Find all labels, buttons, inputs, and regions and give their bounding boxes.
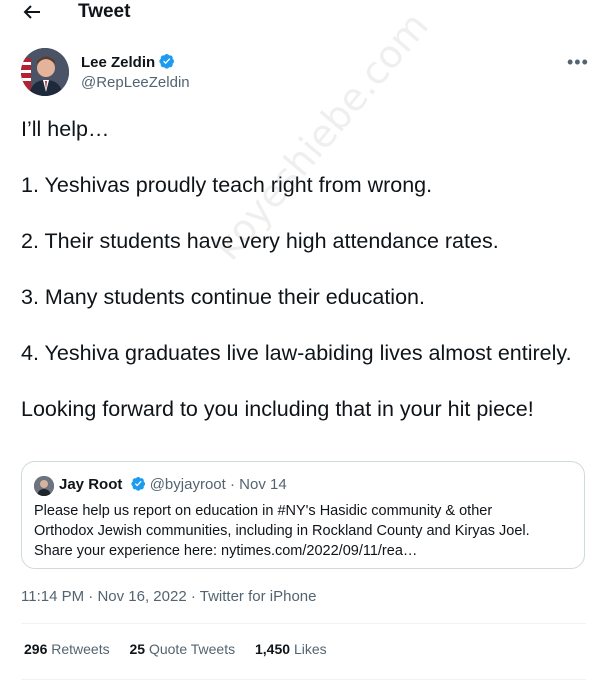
back-arrow-icon[interactable] [20, 0, 44, 24]
tweet-paragraph: 3. Many students continue their educatio… [21, 285, 425, 309]
tweet-source[interactable]: Twitter for iPhone [200, 588, 317, 605]
quoted-tweet[interactable]: Jay Root @byjayroot · Nov 14 Please help… [21, 461, 585, 569]
likes-stat[interactable]: 1,450 Likes [255, 641, 327, 657]
quoted-text-line: Share your experience here: nytimes.com/… [34, 543, 418, 559]
quoted-text-line: Please help us report on education in #N… [34, 503, 493, 519]
author-name[interactable]: Lee Zeldin [81, 53, 175, 73]
tweet-stats: 296 Retweets 25 Quote Tweets 1,450 Likes [24, 641, 343, 657]
more-options-icon[interactable]: ••• [567, 52, 589, 73]
likes-label: Likes [293, 641, 327, 657]
tweet-paragraph: Looking forward to you including that in… [21, 397, 534, 421]
verified-badge-icon [130, 476, 146, 495]
avatar[interactable] [21, 48, 69, 96]
retweets-count: 296 [24, 641, 48, 657]
likes-count: 1,450 [255, 641, 291, 657]
tweet-meta: 11:14 PM · Nov 16, 2022 · Twitter for iP… [21, 588, 316, 605]
quoted-text-line: Orthodox Jewish communities, including i… [34, 523, 530, 539]
quoted-date[interactable]: Nov 14 [239, 476, 287, 493]
quote-tweets-count: 25 [129, 641, 146, 657]
retweets-stat[interactable]: 296 Retweets [24, 641, 110, 657]
quoted-author-name[interactable]: Jay Root [59, 476, 122, 493]
tweet-paragraph: 4. Yeshiva graduates live law-abiding li… [21, 341, 572, 365]
header: Tweet [0, 0, 596, 28]
separator-dot: · [229, 476, 235, 493]
tweet-text: I’ll help… 1. Yeshivas proudly teach rig… [21, 115, 586, 451]
quote-tweets-stat[interactable]: 25 Quote Tweets [130, 641, 236, 657]
quoted-avatar[interactable] [34, 476, 54, 496]
quoted-text: Please help us report on education in #N… [34, 501, 574, 561]
verified-badge-icon [159, 53, 175, 73]
tweet-author: Lee Zeldin @RepLeeZeldin ••• [21, 48, 588, 98]
tweet-paragraph: 1. Yeshivas proudly teach right from wro… [21, 173, 433, 197]
quoted-author-handle[interactable]: @byjayroot [150, 476, 226, 493]
author-name-text: Lee Zeldin [81, 54, 156, 71]
quote-tweets-label: Quote Tweets [148, 641, 236, 657]
tweet-time[interactable]: 11:14 PM [21, 588, 84, 605]
tweet-date[interactable]: Nov 16, 2022 [97, 588, 186, 605]
page-title: Tweet [78, 1, 131, 22]
quoted-header: Jay Root @byjayroot · Nov 14 [59, 476, 287, 495]
divider [21, 623, 586, 624]
tweet-paragraph: 2. Their students have very high attenda… [21, 229, 499, 253]
divider [21, 679, 586, 680]
separator-dot: · [190, 588, 196, 605]
author-handle[interactable]: @RepLeeZeldin [81, 74, 190, 91]
tweet-paragraph: I’ll help… [21, 117, 110, 141]
retweets-label: Retweets [51, 641, 110, 657]
separator-dot: · [88, 588, 94, 605]
